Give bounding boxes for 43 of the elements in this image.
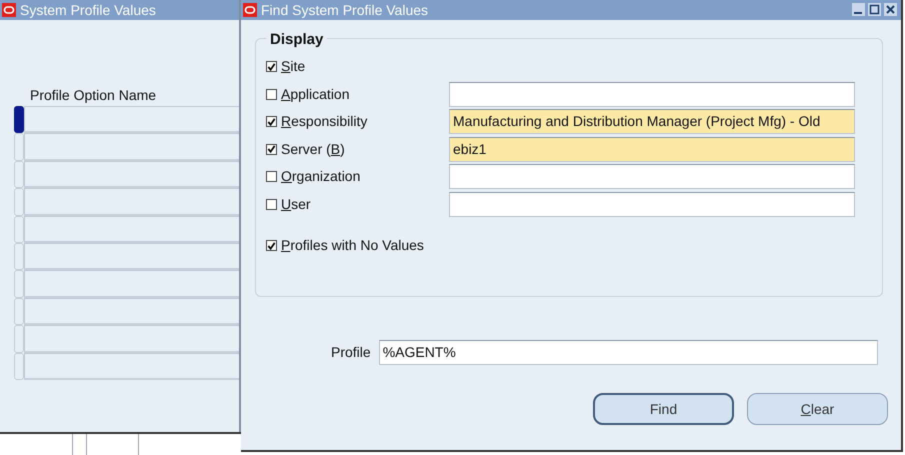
minimize-icon[interactable] bbox=[852, 3, 865, 16]
input-field[interactable] bbox=[449, 192, 855, 217]
maximize-icon[interactable] bbox=[868, 3, 881, 16]
table-cell[interactable] bbox=[24, 106, 239, 134]
group-title: Display bbox=[266, 31, 328, 49]
input-field[interactable]: Manufacturing and Distribution Manager (Project Mfg) - Old bbox=[449, 109, 855, 134]
close-icon[interactable] bbox=[884, 3, 897, 16]
checkbox[interactable] bbox=[266, 198, 277, 210]
input-field[interactable]: ebiz1 bbox=[449, 136, 855, 162]
table-cell[interactable] bbox=[24, 133, 239, 161]
checkbox[interactable] bbox=[266, 88, 277, 100]
checkbox-label: Application bbox=[281, 84, 350, 104]
checkbox-label: Site bbox=[281, 57, 306, 76]
checkbox-label: Responsibility bbox=[281, 112, 368, 132]
clear-button[interactable]: Clear bbox=[747, 393, 888, 425]
checkbox-label: User bbox=[281, 194, 312, 214]
checkbox[interactable] bbox=[266, 116, 277, 128]
checkbox[interactable] bbox=[266, 171, 277, 182]
table-cell[interactable] bbox=[24, 160, 239, 188]
app-logo-icon bbox=[2, 3, 16, 17]
checkbox-label: Server (B) bbox=[281, 140, 346, 159]
input-field[interactable]: %AGENT% bbox=[378, 340, 878, 365]
checkbox[interactable] bbox=[266, 61, 277, 72]
window-title: System Profile Values bbox=[20, 0, 156, 20]
app-logo-icon bbox=[243, 3, 257, 17]
record-indicator[interactable] bbox=[14, 106, 24, 134]
table-cell[interactable] bbox=[24, 188, 239, 216]
table-cell[interactable] bbox=[24, 352, 239, 380]
table-cell[interactable] bbox=[24, 325, 239, 353]
table-cell[interactable] bbox=[24, 298, 239, 326]
table-cell[interactable] bbox=[24, 270, 239, 298]
column-header: Profile Option Name bbox=[30, 86, 156, 104]
find-button[interactable]: Find bbox=[593, 393, 734, 425]
input-field[interactable] bbox=[449, 82, 855, 107]
field-label: Profile bbox=[331, 343, 371, 362]
checkbox-label: Organization bbox=[281, 167, 362, 186]
table-cell[interactable] bbox=[24, 216, 239, 243]
input-field[interactable] bbox=[449, 164, 855, 190]
checkbox[interactable] bbox=[266, 240, 277, 252]
table-cell[interactable] bbox=[24, 242, 239, 270]
checkbox[interactable] bbox=[266, 144, 277, 155]
checkbox-label: Profiles with No Values bbox=[281, 236, 425, 256]
window-title: Find System Profile Values bbox=[261, 0, 428, 20]
